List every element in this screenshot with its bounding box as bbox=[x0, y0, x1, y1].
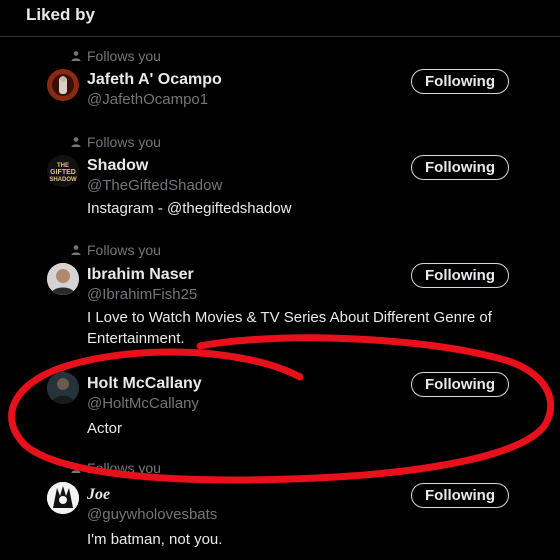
following-button[interactable]: Following bbox=[411, 155, 509, 180]
follows-you-label: Follows you bbox=[70, 460, 161, 476]
user-handle[interactable]: @HoltMcCallany bbox=[87, 395, 199, 412]
follows-you-text: Follows you bbox=[87, 48, 161, 64]
person-icon bbox=[71, 463, 81, 473]
follows-you-label: Follows you bbox=[70, 242, 161, 258]
svg-text:GIFTED: GIFTED bbox=[50, 169, 76, 176]
follows-you-text: Follows you bbox=[87, 134, 161, 150]
user-handle[interactable]: @JafethOcampo1 bbox=[87, 91, 208, 108]
user-bio: I'm batman, not you. bbox=[87, 531, 223, 548]
avatar[interactable] bbox=[47, 482, 79, 514]
follows-you-text: Follows you bbox=[87, 242, 161, 258]
follows-you-label: Follows you bbox=[70, 48, 161, 64]
header: Liked by bbox=[0, 0, 560, 37]
user-name[interactable]: Shadow bbox=[87, 157, 148, 175]
avatar-image bbox=[47, 482, 79, 514]
svg-text:SHADOW: SHADOW bbox=[49, 177, 77, 183]
avatar[interactable] bbox=[47, 263, 79, 295]
avatar[interactable] bbox=[47, 372, 79, 404]
user-handle[interactable]: @guywholovesbats bbox=[87, 506, 217, 523]
following-button[interactable]: Following bbox=[411, 69, 509, 94]
user-bio: Instagram - @thegiftedshadow bbox=[87, 200, 292, 217]
user-handle[interactable]: @TheGiftedShadow bbox=[87, 177, 222, 194]
user-name[interactable]: Ibrahim Naser bbox=[87, 266, 194, 284]
following-button[interactable]: Following bbox=[411, 263, 509, 288]
avatar-image bbox=[47, 372, 79, 404]
user-name[interactable]: Jafeth A' Ocampo bbox=[87, 71, 222, 89]
following-button[interactable]: Following bbox=[411, 483, 509, 508]
person-icon bbox=[71, 245, 81, 255]
follows-you-label: Follows you bbox=[70, 134, 161, 150]
user-bio: Actor bbox=[87, 420, 123, 437]
user-name[interactable]: Joe bbox=[87, 486, 110, 504]
person-icon bbox=[71, 137, 81, 147]
avatar-image bbox=[47, 263, 79, 295]
user-name[interactable]: Holt McCallany bbox=[87, 375, 202, 393]
avatar[interactable] bbox=[47, 69, 79, 101]
avatar-image bbox=[47, 69, 79, 101]
follows-you-text: Follows you bbox=[87, 460, 161, 476]
avatar[interactable]: THE GIFTED SHADOW bbox=[47, 155, 79, 187]
person-icon bbox=[71, 51, 81, 61]
user-bio: I Love to Watch Movies & TV Series About… bbox=[87, 309, 492, 347]
avatar-image: THE GIFTED SHADOW bbox=[47, 155, 79, 187]
following-button[interactable]: Following bbox=[411, 372, 509, 397]
page-title: Liked by bbox=[26, 5, 95, 24]
user-handle[interactable]: @IbrahimFish25 bbox=[87, 286, 197, 303]
